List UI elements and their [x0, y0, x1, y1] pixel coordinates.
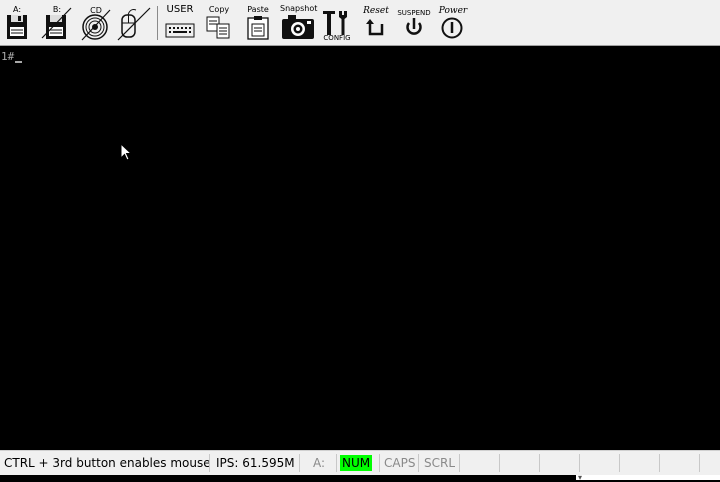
status-divider [539, 454, 540, 472]
num-lock-indicator: NUM [340, 455, 373, 471]
suspend-power-icon [406, 18, 422, 35]
cdrom-button[interactable]: CD [80, 2, 112, 44]
power-icon [441, 17, 463, 39]
reset-arrow-icon [366, 19, 384, 36]
status-divider [659, 454, 660, 472]
status-divider [209, 454, 210, 472]
status-divider [459, 454, 460, 472]
mouse-capture-button[interactable] [117, 2, 152, 44]
copy-button[interactable]: Copy [204, 2, 234, 44]
scroll-lock-indicator: SCRL [424, 456, 456, 470]
floppy-a-button[interactable]: A: [4, 2, 30, 44]
mouse-icon [117, 7, 151, 41]
floppy-b-button[interactable]: B: [41, 2, 72, 44]
config-button[interactable]: CONFIG [320, 2, 354, 44]
status-divider [379, 454, 380, 472]
snapshot-button[interactable]: Snapshot [280, 2, 317, 44]
user-button[interactable]: USER [164, 2, 196, 44]
status-divider [336, 454, 337, 472]
chevron-down-icon[interactable]: ▾ [578, 473, 582, 482]
copy-icon [206, 16, 230, 39]
cd-icon [81, 9, 111, 41]
emulator-screen[interactable]: 1# [0, 46, 720, 450]
floppy-disk-icon [7, 15, 27, 39]
drive-indicator: A: [313, 456, 326, 470]
prompt-text: 1# [1, 50, 15, 63]
paste-clipboard-icon [247, 16, 269, 40]
caps-lock-indicator: CAPS [384, 456, 416, 470]
status-divider [418, 454, 419, 472]
text-cursor [15, 61, 23, 63]
status-divider [499, 454, 500, 472]
reset-button[interactable]: Reset [360, 2, 392, 44]
bottom-edge: ▾ [0, 473, 720, 482]
ips-readout: IPS: 61.595M [216, 456, 295, 470]
mouse-pointer-icon [120, 143, 133, 161]
keyboard-icon [165, 23, 195, 38]
suspend-button[interactable]: SUSPEND [396, 2, 432, 44]
mouse-hint-text: CTRL + 3rd button enables mouse [4, 456, 211, 470]
power-button[interactable]: Power [436, 2, 470, 44]
config-label: CONFIG [323, 34, 351, 42]
camera-icon [282, 15, 314, 39]
status-divider [699, 454, 700, 472]
paste-button[interactable]: Paste [244, 2, 272, 44]
status-divider [619, 454, 620, 472]
bottom-edge-dark [0, 475, 576, 480]
status-divider [299, 454, 300, 472]
status-divider [579, 454, 580, 472]
shell-prompt: 1# [1, 50, 23, 63]
toolbar: A: B: CD USER Copy Paste Snapshot CONFIG… [0, 0, 720, 46]
toolbar-separator [157, 6, 158, 40]
status-bar: CTRL + 3rd button enables mouse IPS: 61.… [0, 450, 720, 475]
floppy-disk-ejected-icon [41, 7, 72, 39]
